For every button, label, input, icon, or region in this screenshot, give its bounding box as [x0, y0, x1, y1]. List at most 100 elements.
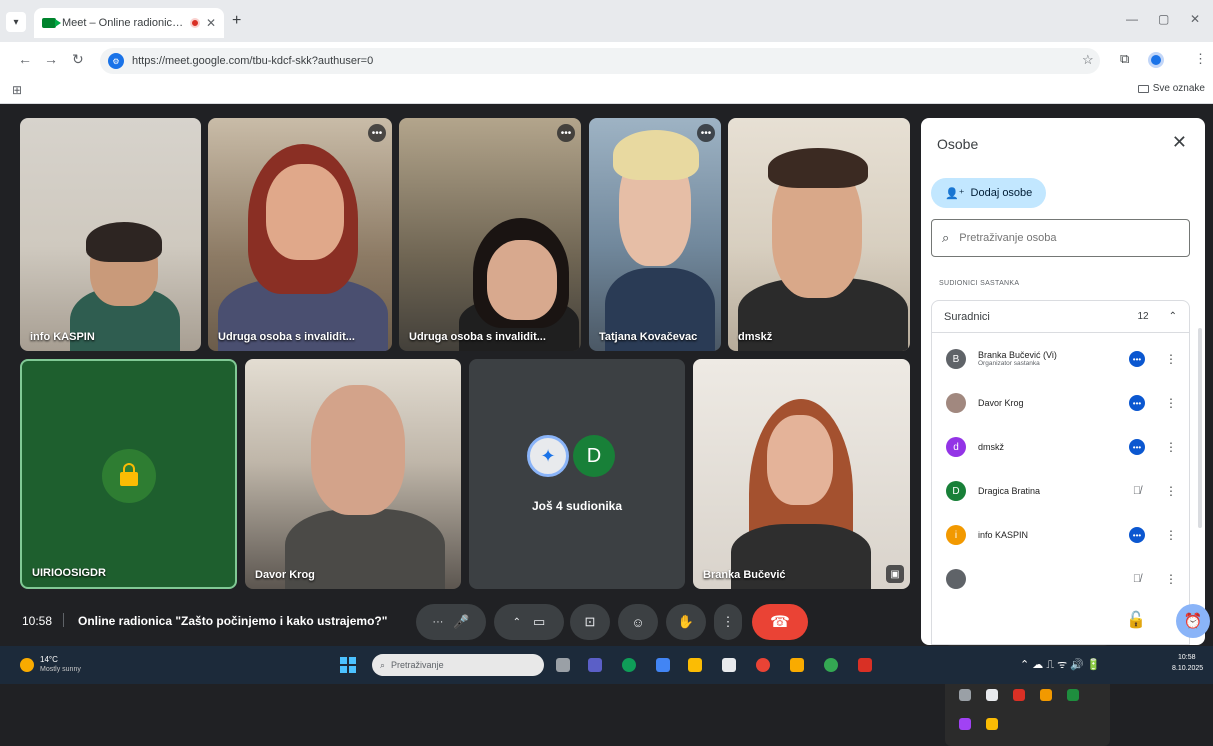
participant-tile[interactable]: Davor Krog [245, 359, 461, 589]
weather-temperature: 14°C [40, 655, 58, 664]
group-header[interactable]: Suradnici 12 ⌃ [932, 301, 1189, 333]
all-bookmarks-button[interactable]: Sve oznake [1137, 83, 1205, 94]
participant-row[interactable]: Davor Krog ••• ⋮ [932, 383, 1189, 423]
all-bookmarks-label: Sve oznake [1152, 83, 1205, 94]
participant-name: dmskž [738, 331, 773, 343]
reload-icon[interactable]: ↻ [72, 51, 84, 68]
people-search-field[interactable]: ⌕ [931, 219, 1190, 257]
meet-stage: info KASPIN ••• Udruga osoba s invalidit… [0, 104, 1213, 746]
participant-name: info KASPIN [30, 331, 95, 343]
participant-tile[interactable]: ••• Udruga osoba s invalidit... [208, 118, 392, 351]
participant-name: Udruga osoba s invalidit... [409, 331, 546, 343]
more-audio-icon[interactable]: ··· [432, 616, 443, 628]
avatar: d [946, 437, 966, 457]
recording-icon [189, 18, 200, 28]
file-explorer-icon[interactable] [790, 658, 804, 672]
participant-tile-host-locked[interactable]: UIRIOOSIGDR [20, 359, 237, 589]
acrobat-icon[interactable] [858, 658, 872, 672]
clock-time[interactable]: 10:58 [1178, 654, 1196, 661]
pin-icon[interactable]: ▣ [886, 565, 904, 583]
extensions-icon[interactable]: ⧉ [1120, 51, 1129, 67]
more-vert-icon: ⋮ [721, 614, 735, 629]
more-options-icon[interactable]: ⋮ [1165, 528, 1177, 542]
maximize-icon[interactable]: ▢ [1158, 12, 1169, 26]
bookmark-star-icon[interactable]: ☆ [1082, 52, 1094, 68]
tray-app-icon[interactable] [986, 688, 998, 701]
browser-menu-icon[interactable]: ⋮ [1194, 51, 1207, 67]
minimize-icon[interactable]: — [1126, 12, 1138, 26]
emoji-icon: ☺ [631, 614, 645, 630]
tray-app-icon[interactable] [986, 718, 998, 731]
site-info-icon[interactable]: ⚙ [108, 53, 124, 69]
apps-grid-icon[interactable]: ⊞ [12, 83, 22, 97]
back-icon[interactable]: ← [18, 51, 32, 67]
browser-tab[interactable]: Meet – Online radionica "Z ✕ [34, 8, 224, 38]
more-options-button[interactable]: ⋮ [714, 604, 742, 640]
more-options-icon[interactable]: ⋮ [1165, 396, 1177, 410]
people-search-input[interactable] [959, 232, 1170, 244]
camera-button[interactable]: ⌃ ▭ [494, 604, 564, 640]
participant-row[interactable]: d dmskž ••• ⋮ [932, 427, 1189, 467]
tray-app-icon[interactable] [959, 688, 971, 701]
chrome-icon[interactable] [756, 658, 770, 672]
close-tab-icon[interactable]: ✕ [206, 16, 216, 30]
profile-avatar[interactable] [1148, 52, 1164, 68]
system-tray-icons[interactable]: ⌃ ☁ ⎍ ᯤ 🔊 🔋 [1020, 657, 1101, 672]
app-icon[interactable] [656, 658, 670, 672]
participant-name: Branka Bučević [703, 569, 786, 581]
weather-sun-icon[interactable] [20, 658, 34, 672]
panel-scrollbar[interactable] [1198, 328, 1202, 528]
browser-tab-bar: ▾ Meet – Online radionica "Z ✕ + — ▢ ✕ [0, 0, 1213, 42]
new-tab-button[interactable]: + [232, 12, 241, 30]
tray-app-icon[interactable] [1013, 688, 1025, 701]
participant-row[interactable]: B Branka Bučević (Vi) Organizator sastan… [932, 339, 1189, 379]
participant-tile[interactable]: ▣ Branka Bučević [693, 359, 910, 589]
chevron-up-icon[interactable]: ⌃ [513, 617, 521, 628]
participant-tile[interactable]: info KASPIN [20, 118, 201, 351]
participant-tile[interactable]: ••• Udruga osoba s invalidit... [399, 118, 581, 351]
participant-tile[interactable]: ••• Tatjana Kovačevac [589, 118, 721, 351]
host-controls-lock-icon[interactable]: 🔓 [1126, 610, 1146, 630]
tray-app-icon[interactable] [959, 718, 971, 731]
edge-icon[interactable] [622, 658, 636, 672]
hand-icon: ✋ [677, 614, 695, 629]
close-window-icon[interactable]: ✕ [1190, 12, 1200, 26]
more-options-icon[interactable]: ⋮ [1165, 484, 1177, 498]
chrome-profile-icon[interactable] [824, 658, 838, 672]
tray-app-icon[interactable] [1067, 688, 1079, 701]
chevron-up-icon[interactable]: ⌃ [1169, 311, 1177, 322]
more-options-icon[interactable]: ⋮ [1165, 440, 1177, 454]
meeting-title: Online radionica "Zašto počinjemo i kako… [78, 614, 388, 628]
add-people-button[interactable]: 👤⁺ Dodaj osobe [931, 178, 1047, 208]
forward-icon[interactable]: → [44, 51, 58, 67]
search-icon: ⌕ [380, 659, 386, 670]
tray-app-icon[interactable] [1040, 688, 1052, 701]
task-view-icon[interactable] [556, 658, 570, 672]
participant-name: Branka Bučević (Vi) [978, 350, 1057, 361]
raise-hand-button[interactable]: ✋ [666, 604, 706, 640]
participant-row[interactable]: i info KASPIN ••• ⋮ [932, 515, 1189, 555]
tab-search-button[interactable]: ▾ [6, 12, 26, 32]
present-button[interactable]: ⊡ [570, 604, 610, 640]
taskbar-search-field[interactable]: ⌕ Pretraživanje [372, 654, 544, 676]
url-field[interactable]: ⚙ https://meet.google.com/tbu-kdcf-skk?a… [100, 48, 1100, 74]
activities-button[interactable]: ⏰ [1176, 604, 1210, 638]
participant-row[interactable]: 🎙̸ ⋮ [932, 559, 1189, 599]
present-screen-icon: ⊡ [584, 614, 596, 629]
panel-title: Osobe [937, 136, 979, 152]
teams-icon[interactable] [588, 658, 602, 672]
close-icon[interactable]: ✕ [1172, 132, 1187, 153]
microphone-button[interactable]: ··· 🎤 [416, 604, 486, 640]
reactions-button[interactable]: ☺ [618, 604, 658, 640]
participant-tile[interactable]: dmskž [728, 118, 910, 351]
people-panel: Osobe ✕ 👤⁺ Dodaj osobe ⌕ SUDIONICI SASTA… [921, 118, 1205, 645]
more-participants-tile[interactable]: ✦ D Još 4 sudionika [469, 359, 685, 589]
participant-row[interactable]: D Dragica Bratina 🎙̸ ⋮ [932, 471, 1189, 511]
app-icon[interactable] [722, 658, 736, 672]
more-options-icon[interactable]: ⋮ [1165, 352, 1177, 366]
leave-call-button[interactable]: ☎ [752, 604, 808, 640]
start-button[interactable] [340, 657, 356, 673]
clock-date[interactable]: 8.10.2025 [1172, 665, 1203, 672]
app-icon[interactable] [688, 658, 702, 672]
more-options-icon[interactable]: ⋮ [1165, 572, 1177, 586]
